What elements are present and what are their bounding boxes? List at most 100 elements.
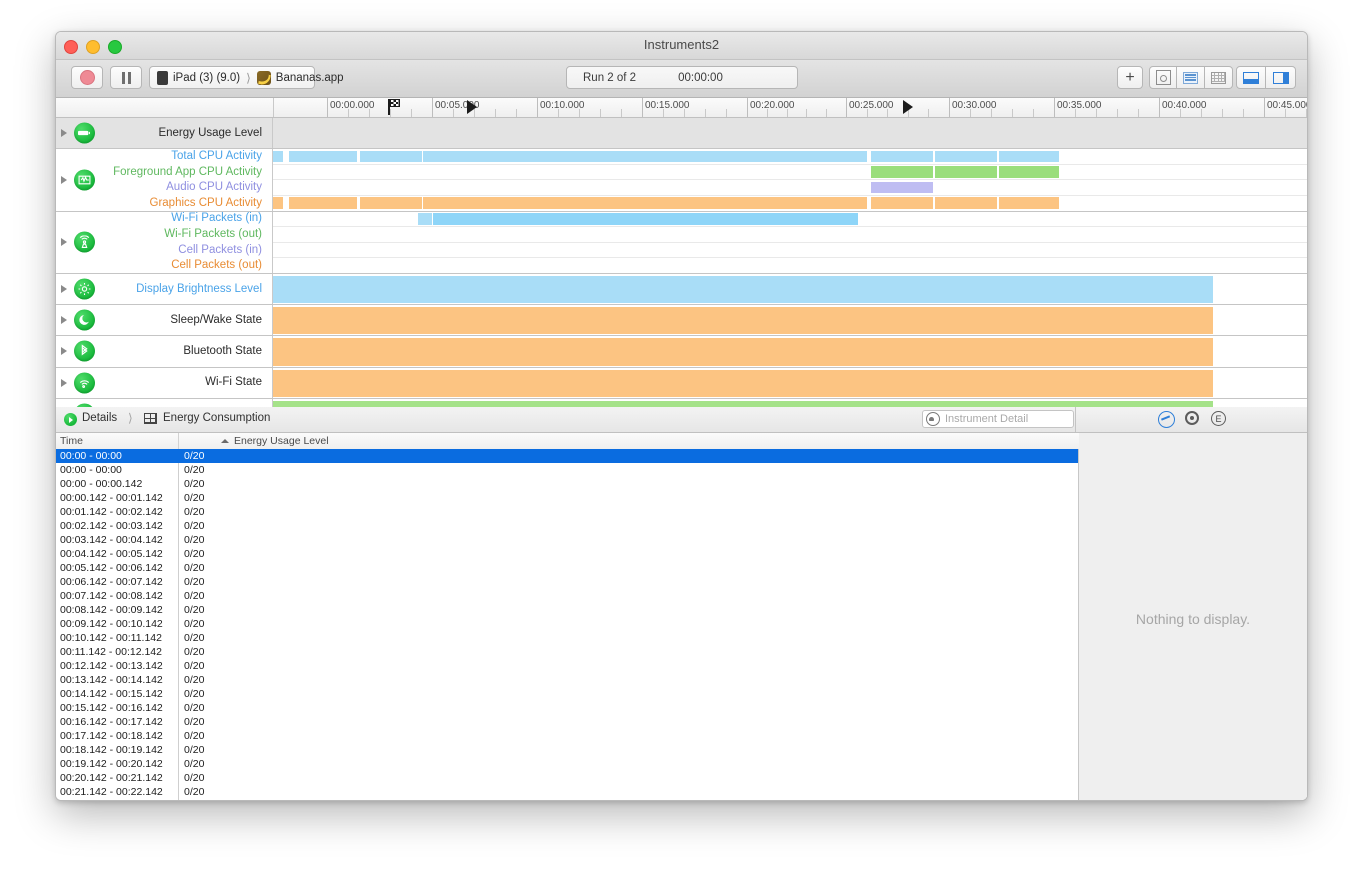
table-row[interactable]: 00:21.142 - 00:22.1420/20 [56,785,1078,799]
energy-icon [78,127,91,140]
table-row[interactable]: 00:09.142 - 00:10.1420/20 [56,617,1078,631]
track-bar[interactable] [423,151,867,163]
table-row[interactable]: 00:10.142 - 00:11.1420/20 [56,631,1078,645]
track-lanes-energy-usage[interactable] [273,118,1307,148]
track-group-gps-state[interactable]: GPS State [56,399,1307,407]
track-bar[interactable] [273,338,1213,365]
table-row[interactable]: 00:13.142 - 00:14.1420/20 [56,673,1078,687]
table-row[interactable]: 00:16.142 - 00:17.1420/20 [56,715,1078,729]
track-group-bluetooth-state[interactable]: Bluetooth State [56,336,1307,367]
table-row[interactable]: 00:00 - 00:00.1420/20 [56,477,1078,491]
table-row[interactable]: 00:05.142 - 00:06.1420/20 [56,561,1078,575]
track-lanes-network-packets[interactable] [273,212,1307,273]
track-lanes-gps-state[interactable] [273,399,1307,407]
track-bar[interactable] [289,151,357,163]
flag-marker[interactable] [388,99,402,115]
disclosure-triangle-icon[interactable] [61,379,67,387]
track-lanes-cpu-activity[interactable] [273,149,1307,210]
timeline-ruler[interactable]: 00:00.00000:05.00000:10.00000:15.00000:2… [56,98,1307,118]
table-row[interactable]: 00:00 - 00:000/20 [56,449,1078,463]
disclosure-triangle-icon[interactable] [61,129,67,137]
track-group-display-brightness[interactable]: Display Brightness Level [56,274,1307,305]
pause-button[interactable] [110,66,142,89]
track-lanes-wifi-state[interactable] [273,368,1307,398]
track-bar[interactable] [423,197,867,209]
column-header-energy[interactable]: Energy Usage Level [234,435,329,447]
track-group-network-packets[interactable]: Wi-Fi Packets (in)Wi-Fi Packets (out)Cel… [56,212,1307,274]
track-lanes-bluetooth-state[interactable] [273,336,1307,366]
grid-view-button[interactable] [1205,66,1233,89]
table-row[interactable]: 00:08.142 - 00:09.1420/20 [56,603,1078,617]
track-bar[interactable] [273,370,1213,397]
list-view-button[interactable] [1177,66,1205,89]
track-bar[interactable] [935,197,997,209]
playhead-marker-1[interactable] [467,100,477,114]
table-row[interactable]: 00:20.142 - 00:21.1420/20 [56,771,1078,785]
target-selector[interactable]: iPad (3) (9.0) ⟩ Bananas.app [149,66,315,89]
table-row[interactable]: 00:04.142 - 00:05.1420/20 [56,547,1078,561]
track-group-wifi-state[interactable]: Wi-Fi State [56,368,1307,399]
track-group-cpu-activity[interactable]: Total CPU ActivityForeground App CPU Act… [56,149,1307,211]
track-bar[interactable] [999,151,1059,163]
table-row[interactable]: 00:00 - 00:000/20 [56,463,1078,477]
settings-gear-icon[interactable] [1185,411,1199,425]
track-bar[interactable] [999,197,1059,209]
track-bar[interactable] [871,151,933,163]
disclosure-triangle-icon[interactable] [61,238,67,246]
track-bar[interactable] [871,197,933,209]
track-bar[interactable] [935,166,997,178]
track-bar[interactable] [871,166,933,178]
playhead-marker-2[interactable] [903,100,913,114]
table-row[interactable]: 00:01.142 - 00:02.1420/20 [56,505,1078,519]
window-titlebar: Instruments2 [56,32,1307,60]
add-instrument-button[interactable]: + [1117,66,1143,89]
ruler-minor-tick [826,109,827,117]
table-row[interactable]: 00:07.142 - 00:08.1420/20 [56,589,1078,603]
toggle-bottom-pane-button[interactable] [1236,66,1266,89]
disclosure-triangle-icon[interactable] [61,285,67,293]
track-bar[interactable] [999,166,1059,178]
table-row[interactable]: 00:17.142 - 00:18.1420/20 [56,729,1078,743]
table-row[interactable]: 00:19.142 - 00:20.1420/20 [56,757,1078,771]
table-row[interactable]: 00:03.142 - 00:04.1420/20 [56,533,1078,547]
no-filter-icon[interactable] [1158,411,1175,428]
table-row[interactable]: 00:02.142 - 00:03.1420/20 [56,519,1078,533]
table-row[interactable]: 00:11.142 - 00:12.1420/20 [56,645,1078,659]
table-row[interactable]: 00:06.142 - 00:07.1420/20 [56,575,1078,589]
instrument-detail-search[interactable]: Instrument Detail [922,410,1074,428]
track-bar[interactable] [273,276,1213,303]
breadcrumb-leaf[interactable]: Energy Consumption [163,412,270,424]
record-button[interactable] [71,66,103,89]
breadcrumb-root[interactable]: Details [82,412,117,424]
screen: Instruments2 iPad (3) (9.0) ⟩ Bananas.ap… [0,0,1360,873]
table-row[interactable]: 00:12.142 - 00:13.1420/20 [56,659,1078,673]
track-bar[interactable] [273,151,283,163]
table-body[interactable]: 00:00 - 00:000/2000:00 - 00:000/2000:00 … [56,449,1079,801]
track-bar[interactable] [418,213,432,225]
track-group-energy-usage[interactable]: Energy Usage Level [56,118,1307,149]
instrument-tracks: Energy Usage LevelTotal CPU ActivityFore… [56,118,1307,407]
toggle-right-pane-button[interactable] [1266,66,1296,89]
track-bar[interactable] [360,151,422,163]
run-status-field[interactable]: Run 2 of 2 00:00:00 [566,66,798,89]
disclosure-triangle-icon[interactable] [61,176,67,184]
track-bar[interactable] [433,213,858,225]
track-bar[interactable] [360,197,422,209]
track-bar[interactable] [289,197,357,209]
extension-icon[interactable]: E [1211,411,1226,426]
inspector-button[interactable] [1149,66,1177,89]
track-bar[interactable] [871,182,933,194]
track-lanes-display-brightness[interactable] [273,274,1307,304]
disclosure-triangle-icon[interactable] [61,347,67,355]
disclosure-triangle-icon[interactable] [61,316,67,324]
track-bar[interactable] [273,197,283,209]
track-bar[interactable] [935,151,997,163]
track-group-sleep-wake-state[interactable]: Sleep/Wake State [56,305,1307,336]
table-row[interactable]: 00:15.142 - 00:16.1420/20 [56,701,1078,715]
table-row[interactable]: 00:18.142 - 00:19.1420/20 [56,743,1078,757]
table-row[interactable]: 00:14.142 - 00:15.1420/20 [56,687,1078,701]
column-header-time[interactable]: Time [60,435,83,447]
track-lanes-sleep-wake-state[interactable] [273,305,1307,335]
table-row[interactable]: 00:00.142 - 00:01.1420/20 [56,491,1078,505]
track-bar[interactable] [273,307,1213,334]
